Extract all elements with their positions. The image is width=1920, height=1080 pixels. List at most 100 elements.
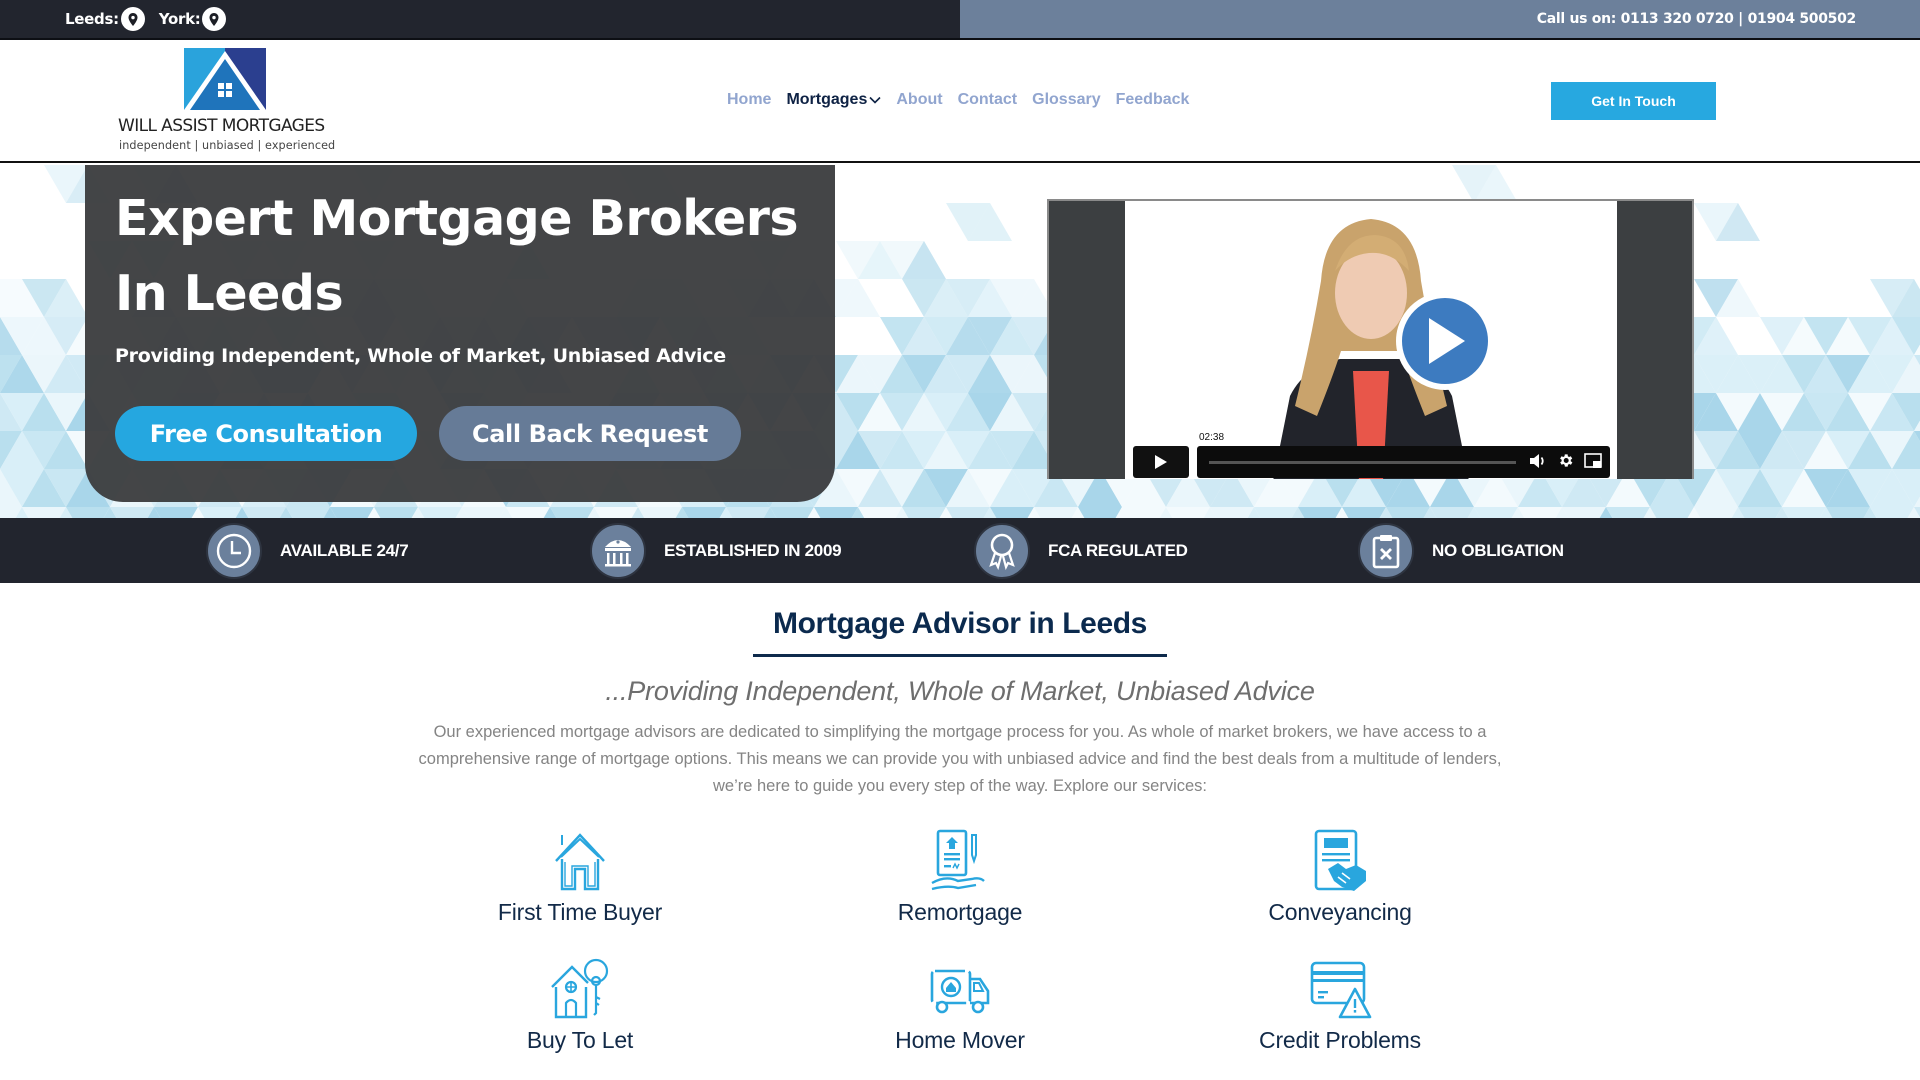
pattern-triangle <box>814 507 858 518</box>
call-back-request-button[interactable]: Call Back Request <box>439 406 741 461</box>
pattern-triangle <box>1254 507 1298 518</box>
pattern-triangle <box>638 507 682 518</box>
call-bar: Call us on: 0113 320 0720 | 01904 500502 <box>960 0 1920 38</box>
nav-glossary[interactable]: Glossary <box>1032 91 1100 109</box>
pattern-triangle <box>858 507 902 518</box>
pattern-triangle <box>902 507 946 518</box>
service-credit-problems[interactable]: Credit Problems <box>1160 957 1520 1054</box>
feature-label: FCA REGULATED <box>1048 541 1188 560</box>
section-subtitle: ...Providing Independent, Whole of Marke… <box>605 676 1315 706</box>
clipboard-x-icon <box>1358 523 1414 579</box>
pattern-triangle <box>374 507 418 518</box>
video-play-button[interactable] <box>1133 446 1189 478</box>
features-strip: AVAILABLE 24/7 ESTABLISHED IN 2009 FCA R… <box>0 518 1920 583</box>
house-key-icon <box>551 958 609 1019</box>
contract-handshake-icon <box>1314 829 1366 891</box>
nav-home[interactable]: Home <box>727 91 771 109</box>
pattern-triangle <box>1298 507 1342 518</box>
pattern-triangle <box>1122 507 1166 518</box>
pattern-triangle <box>1650 507 1694 518</box>
free-consultation-button[interactable]: Free Consultation <box>115 406 417 461</box>
pattern-triangle <box>594 507 638 518</box>
pattern-triangle <box>1826 507 1870 518</box>
service-conveyancing[interactable]: Conveyancing <box>1160 829 1520 926</box>
pattern-triangle <box>418 507 462 518</box>
service-label: Remortgage <box>897 899 1023 925</box>
pattern-triangle <box>66 507 110 518</box>
section-title: Mortgage Advisor in Leeds <box>773 607 1147 640</box>
site-header: WILL ASSIST MORTGAGES independent | unbi… <box>0 40 1920 163</box>
section-body: Our experienced mortgage advisors are de… <box>418 723 1502 795</box>
pattern-triangle <box>154 507 198 518</box>
pattern-triangle <box>1342 507 1386 518</box>
locations-bar: Leeds: York: <box>0 0 960 38</box>
pattern-triangle <box>1034 507 1078 518</box>
pattern-triangle <box>1694 507 1738 518</box>
nav-label: Home <box>727 91 772 108</box>
feature-item: FCA REGULATED <box>974 523 1188 579</box>
call-us-phone-numbers[interactable]: Call us on: 0113 320 0720 | 01904 500502 <box>1537 11 1857 27</box>
hero-subtitle: Providing Independent, Whole of Market, … <box>115 345 726 367</box>
logo[interactable]: WILL ASSIST MORTGAGES independent | unbi… <box>118 48 338 160</box>
video-player[interactable]: 02:38 <box>1047 199 1694 479</box>
location-york[interactable]: York: <box>159 7 227 31</box>
service-first-time-buyer[interactable]: First Time Buyer <box>400 829 760 926</box>
pattern-triangle <box>726 507 770 518</box>
service-remortgage[interactable]: Remortgage <box>780 829 1140 926</box>
settings-gear-icon[interactable] <box>1557 452 1574 469</box>
feature-label: NO OBLIGATION <box>1432 541 1564 560</box>
service-home-mover[interactable]: Home Mover <box>780 957 1140 1054</box>
house-logo-icon <box>184 48 266 110</box>
pattern-triangle <box>506 507 550 518</box>
pattern-triangle <box>1166 507 1210 518</box>
get-in-touch-button[interactable]: Get In Touch <box>1551 82 1716 120</box>
pattern-triangle <box>22 507 66 518</box>
pattern-triangle <box>1430 507 1474 518</box>
clock-icon <box>206 523 262 579</box>
feature-item: AVAILABLE 24/7 <box>206 523 409 579</box>
pattern-triangle <box>242 507 286 518</box>
pattern-triangle <box>1782 507 1826 518</box>
feature-label: ESTABLISHED IN 2009 <box>664 541 842 560</box>
house-outline-icon <box>555 833 605 891</box>
chevron-down-icon <box>869 96 881 104</box>
location-leeds[interactable]: Leeds: <box>65 7 145 31</box>
hero-title: Expert Mortgage Brokers In Leeds <box>115 190 799 322</box>
brand-tagline: independent | unbiased | experienced <box>119 139 336 152</box>
pattern-triangle <box>1474 507 1518 518</box>
pattern-triangle <box>946 507 990 518</box>
volume-icon[interactable] <box>1529 453 1547 469</box>
video-duration: 02:38 <box>1196 432 1228 443</box>
nav-label: Mortgages <box>786 91 868 108</box>
pattern-triangle <box>198 507 242 518</box>
nav-contact[interactable]: Contact <box>958 91 1018 109</box>
location-label: York: <box>158 10 201 28</box>
picture-in-picture-icon[interactable] <box>1584 452 1602 469</box>
hero-card: Expert Mortgage Brokers In Leeds Providi… <box>85 165 835 502</box>
nav-about[interactable]: About <box>896 91 942 109</box>
pattern-triangle <box>330 507 374 518</box>
pattern-triangle <box>1210 507 1254 518</box>
nav-label: About <box>896 91 943 108</box>
video-progress-scrubber[interactable] <box>1209 461 1516 464</box>
video-control-bar <box>1197 446 1610 478</box>
play-overlay-button[interactable] <box>1396 292 1494 390</box>
nav-label: Contact <box>957 91 1018 108</box>
service-buy-to-let[interactable]: Buy To Let <box>400 957 760 1054</box>
pattern-triangle <box>1562 507 1606 518</box>
pattern-triangle <box>1386 507 1430 518</box>
nav-mortgages[interactable]: Mortgages <box>786 91 881 109</box>
location-label: Leeds: <box>65 10 119 28</box>
pattern-triangle <box>682 507 726 518</box>
title-underline <box>753 654 1167 657</box>
nav-label: Feedback <box>1115 91 1190 108</box>
hero-section: Expert Mortgage Brokers In Leeds Providi… <box>0 165 1920 518</box>
brand-name: WILL ASSIST MORTGAGES <box>118 116 325 136</box>
map-pin-icon[interactable] <box>120 7 145 31</box>
pattern-triangle <box>110 507 154 518</box>
pattern-triangle <box>1078 507 1122 518</box>
feature-label: AVAILABLE 24/7 <box>280 541 409 560</box>
service-label: First Time Buyer <box>497 899 663 925</box>
nav-feedback[interactable]: Feedback <box>1116 91 1190 109</box>
map-pin-icon[interactable] <box>202 7 227 31</box>
